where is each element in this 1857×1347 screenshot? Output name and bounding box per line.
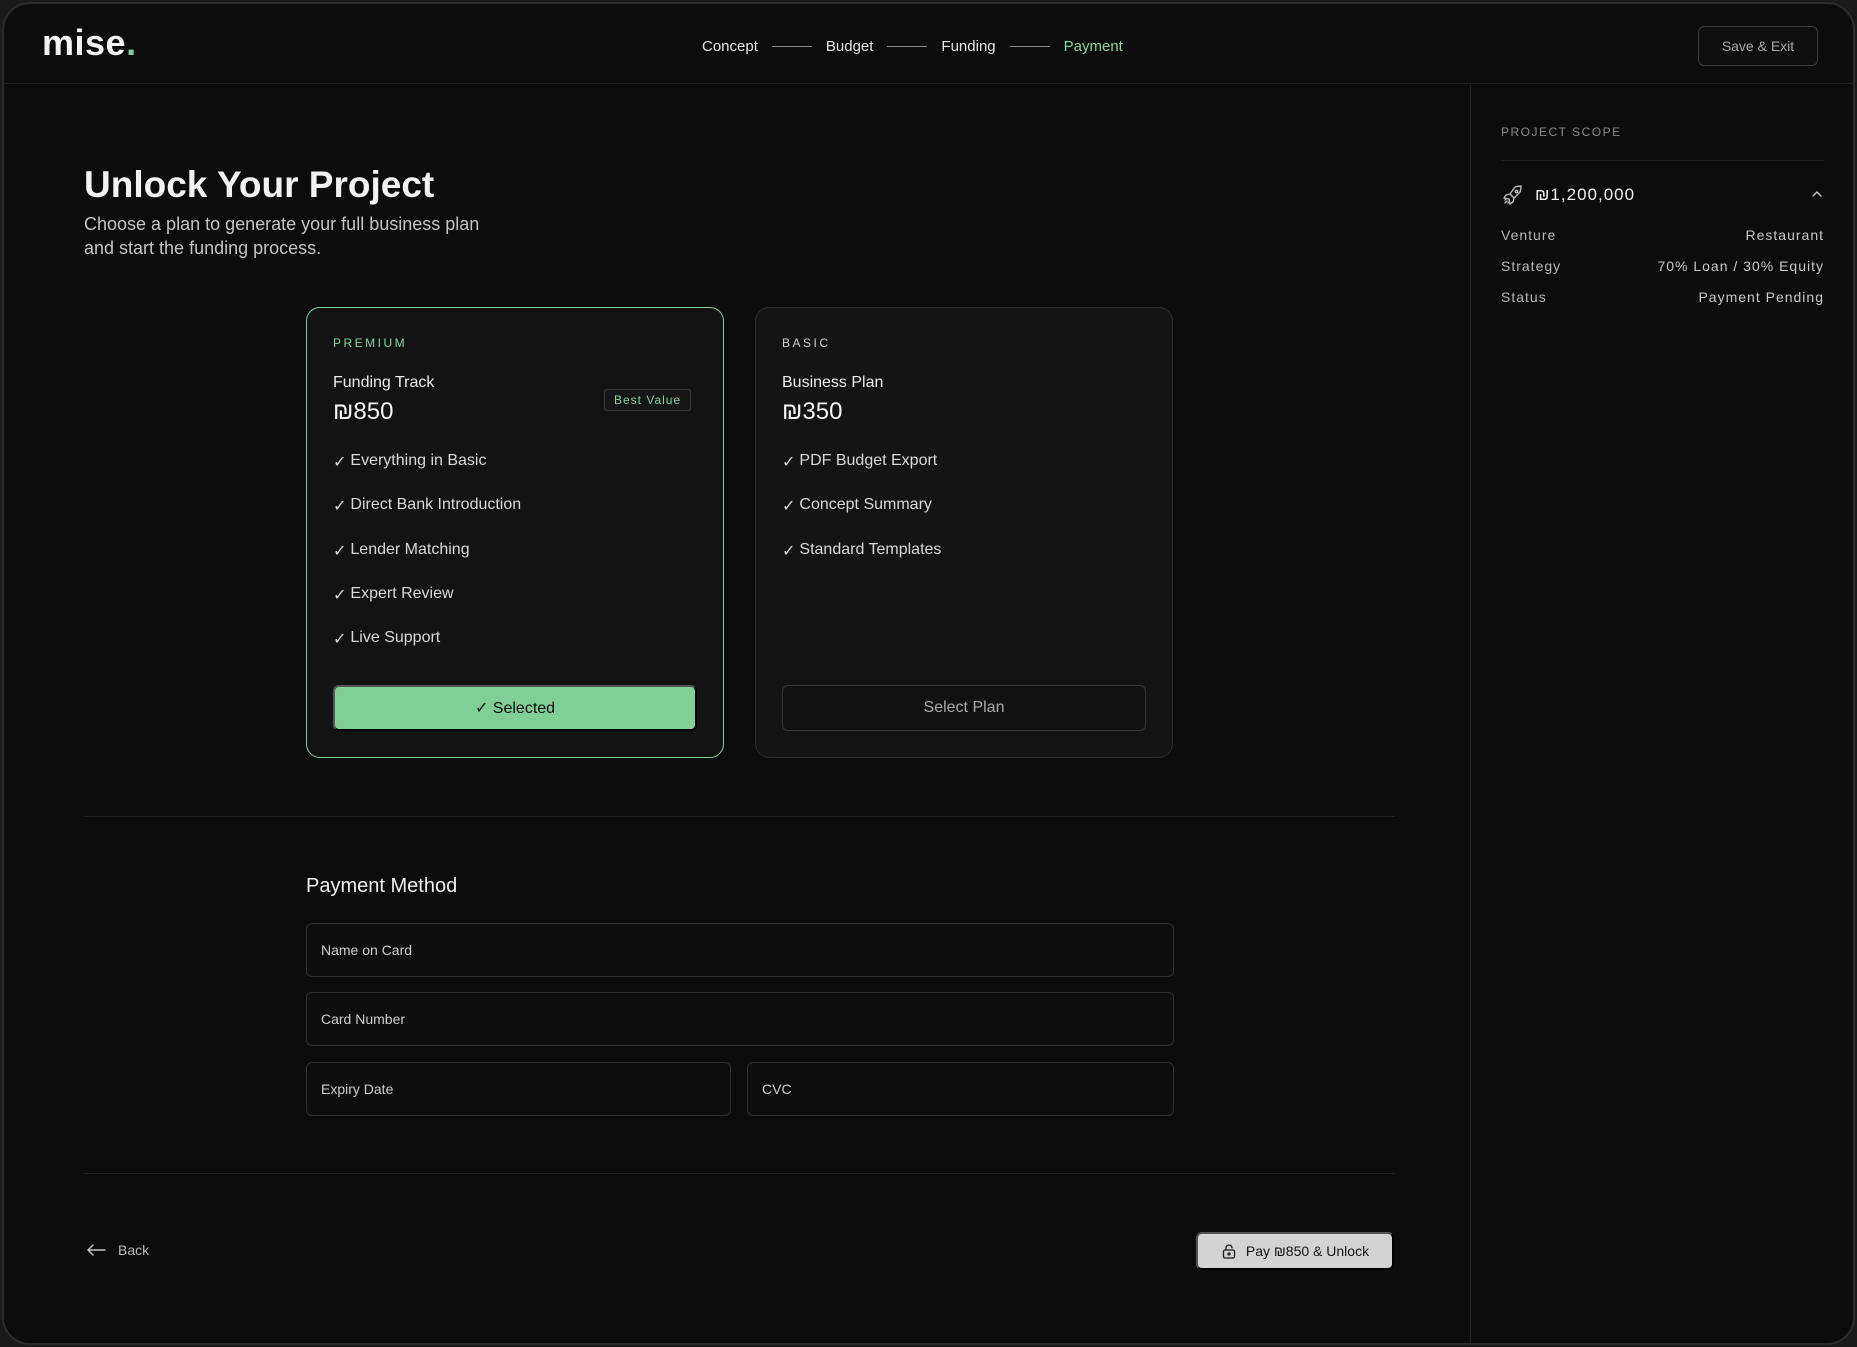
check-icon: ✓ [333,498,347,516]
title-light: Unlock [84,164,217,205]
feature-item: ✓ Direct Bank Introduction [333,496,521,540]
scope-divider [1501,160,1824,161]
top-bar: mise. Concept Budget Funding Payment Sav… [4,4,1853,84]
card-number-input[interactable] [306,992,1174,1046]
logo-text: mise [42,22,127,63]
payment-method-title: Payment Method [306,875,458,897]
feature-text: Lender Matching [350,540,470,558]
scope-row-venture: Venture Restaurant [1501,227,1824,258]
feature-text: Concept Summary [799,496,932,514]
scope-summary[interactable]: ₪1,200,000 [1501,181,1824,209]
plan-card-basic[interactable]: BASIC Business Plan ₪350 ✓ PDF Budget Exp… [755,307,1173,758]
scope-value: Payment Pending [1698,289,1824,305]
page-title: Unlock Your Project [84,164,434,206]
plan-features: ✓ Everything in Basic ✓ Direct Bank Introd… [333,452,521,673]
selected-plan-button[interactable]: ✓ Selected [333,685,697,731]
feature-text: Everything in Basic [350,452,487,469]
logo-dot: . [126,22,137,63]
plan-tier: PREMIUM [333,336,408,350]
pay-unlock-button[interactable]: Pay ₪850 & Unlock [1196,1232,1394,1270]
feature-item: ✓ Expert Review [333,585,521,629]
scope-label: PROJECT SCOPE [1501,125,1622,139]
step-funding[interactable]: Funding [941,38,995,55]
check-icon: ✓ [333,542,347,560]
plan-name: Business Plan [782,374,884,391]
scope-key: Venture [1501,227,1557,243]
check-icon: ✓ [333,586,347,604]
project-scope-panel: PROJECT SCOPE ₪1,200,000 Venture Restaur… [1470,85,1853,1343]
check-icon: ✓ [333,454,347,471]
feature-text: Live Support [350,629,441,647]
scope-amount: ₪1,200,000 [1535,185,1636,204]
scope-key: Strategy [1501,258,1562,274]
rocket-icon [1503,185,1522,205]
plan-features: ✓ PDF Budget Export ✓ Concept Summary ✓ Sta… [782,452,941,585]
step-connector [771,45,812,47]
chevron-up-icon[interactable] [1810,187,1824,201]
check-icon: ✓ [782,542,796,560]
check-icon: ✓ [333,631,347,649]
cvc-input[interactable] [747,1062,1174,1116]
feature-text: Expert Review [350,584,454,602]
lock-icon [1222,1244,1236,1259]
app-window: mise. Concept Budget Funding Payment Sav… [2,2,1855,1345]
step-progress: Concept Budget Funding Payment [702,34,1123,58]
step-payment[interactable]: Payment [1064,38,1123,55]
plan-name: Funding Track [333,374,435,391]
save-exit-button[interactable]: Save & Exit [1698,26,1818,66]
step-connector [1009,45,1050,47]
feature-item: ✓ Everything in Basic [333,452,521,496]
back-label: Back [118,1242,150,1258]
step-connector [887,45,928,47]
name-on-card-input[interactable] [306,923,1174,977]
pay-label: Pay ₪850 & Unlock [1245,1243,1370,1259]
scope-row-status: Status Payment Pending [1501,289,1824,320]
feature-item: ✓ Live Support [333,629,521,673]
back-button[interactable]: Back [86,1242,149,1258]
plan-price: ₪350 [782,398,843,425]
feature-item: ✓ PDF Budget Export [782,452,941,496]
feature-item: ✓ Concept Summary [782,496,941,540]
step-budget[interactable]: Budget [826,38,874,55]
feature-text: PDF Budget Export [799,452,938,469]
section-divider [84,816,1395,817]
expiry-date-input[interactable] [306,1062,731,1116]
check-icon: ✓ [782,454,796,471]
step-concept[interactable]: Concept [702,38,758,55]
scope-key: Status [1501,289,1547,305]
best-value-badge: Best Value [604,389,692,411]
feature-item: ✓ Standard Templates [782,541,941,585]
plan-price: ₪850 [333,398,394,425]
feature-text: Standard Templates [799,540,942,558]
scope-value: 70% Loan / 30% Equity [1657,258,1824,274]
scope-details: Venture Restaurant Strategy 70% Loan / 3… [1501,227,1824,320]
logo[interactable]: mise. [42,22,137,64]
title-bold: Your Project [216,164,435,205]
plan-tier: BASIC [782,336,831,350]
scope-row-strategy: Strategy 70% Loan / 30% Equity [1501,258,1824,289]
arrow-left-icon [87,1244,106,1256]
feature-item: ✓ Lender Matching [333,541,521,585]
scope-value: Restaurant [1745,227,1824,243]
page-subtitle: Choose a plan to generate your full busi… [84,214,480,258]
check-icon: ✓ [782,498,796,516]
plan-card-premium[interactable]: PREMIUM Funding Track ₪850 Best Value ✓ E… [306,307,724,758]
feature-text: Direct Bank Introduction [350,496,522,514]
section-divider [84,1173,1395,1174]
select-plan-button[interactable]: Select Plan [782,685,1146,731]
